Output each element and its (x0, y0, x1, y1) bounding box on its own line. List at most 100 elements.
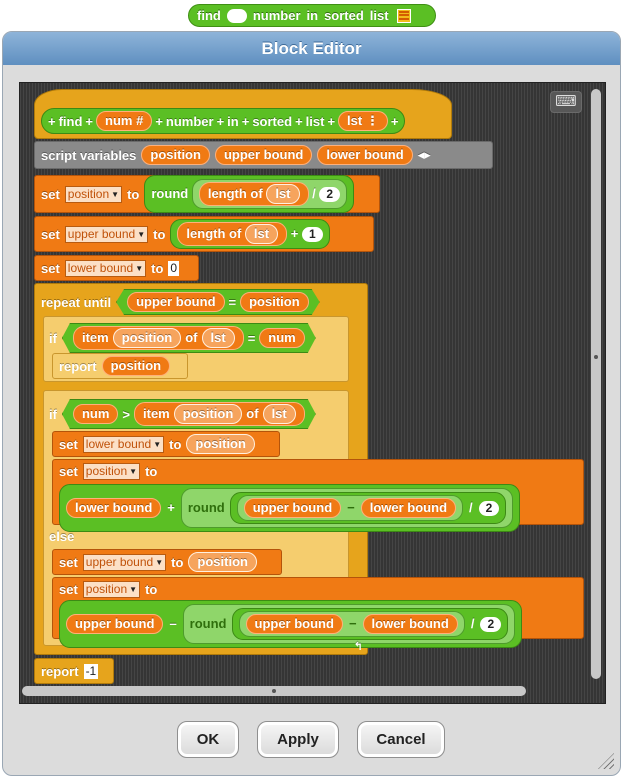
var-num[interactable]: num (73, 404, 118, 424)
horizontal-scrollbar[interactable] (22, 686, 526, 696)
set-lower-bound-block[interactable]: set lower bound to position (52, 431, 280, 457)
divide-reporter[interactable]: length of lst / 2 (191, 179, 348, 209)
var-lst[interactable]: lst (266, 184, 300, 204)
script-editor-area[interactable]: ⌨ + find + num # + number + in + sorted … (19, 82, 606, 704)
preview-word: list (369, 8, 389, 23)
prototype-word: list (305, 113, 325, 129)
divide-reporter[interactable]: upper bound − lower bound / 2 (229, 492, 507, 524)
var-position[interactable]: position (113, 328, 182, 348)
variable-dropdown[interactable]: position (82, 463, 141, 480)
vertical-scrollbar[interactable] (591, 89, 601, 679)
var-position[interactable]: position (240, 292, 309, 312)
variable-dropdown[interactable]: position (82, 581, 141, 598)
variable-dropdown[interactable]: lower bound (64, 259, 147, 277)
preview-word: find (197, 8, 221, 23)
item-of-reporter[interactable]: item position of lst (134, 402, 305, 426)
var-lst[interactable]: lst (244, 224, 279, 244)
if-else-block[interactable]: if num > item position of lst set lower … (43, 390, 584, 648)
number-input[interactable]: 2 (319, 186, 341, 202)
report-block[interactable]: report position (52, 353, 188, 379)
prototype-plus[interactable]: + (327, 114, 335, 129)
length-of-reporter[interactable]: length of lst (198, 182, 309, 206)
block-word: of (246, 406, 259, 421)
var-upper-bound[interactable]: upper bound (245, 614, 343, 634)
greater-than-predicate[interactable]: num > item position of lst (62, 399, 316, 429)
set-position-block[interactable]: set position to round length of lst / 2 (34, 175, 380, 213)
block-label: script variables (41, 147, 137, 163)
round-reporter[interactable]: round upper bound − lower bound / 2 (180, 488, 514, 528)
block-word: length of (186, 226, 242, 241)
var-upper-bound[interactable]: upper bound (127, 292, 224, 312)
number-slot[interactable] (226, 8, 247, 23)
report-block[interactable]: report -1 (34, 658, 114, 684)
param-lst[interactable]: lst ⋮ (338, 111, 388, 131)
number-input[interactable]: 2 (480, 616, 502, 632)
var-lower-bound[interactable]: lower bound (66, 498, 162, 518)
prototype-plus[interactable]: + (391, 114, 399, 129)
list-slot-icon[interactable] (396, 8, 411, 23)
variable-dropdown[interactable]: position (64, 185, 123, 203)
var-lower-bound[interactable]: lower bound (362, 614, 458, 634)
resize-handle-icon[interactable] (598, 753, 614, 769)
var-position[interactable]: position (186, 434, 255, 454)
var-upper-bound[interactable]: upper bound (66, 614, 164, 634)
equals-predicate[interactable]: item position of lst = num (62, 323, 316, 353)
set-upper-bound-block[interactable]: set upper bound to position (52, 549, 282, 575)
minus-reporter[interactable]: upper bound − lower bound (236, 495, 464, 521)
prototype-plus[interactable]: + (242, 114, 250, 129)
var-lower-bound[interactable]: lower bound (317, 145, 413, 165)
number-input[interactable]: 1 (301, 226, 323, 242)
hat-block[interactable]: + find + num # + number + in + sorted + … (34, 89, 452, 139)
prototype-plus[interactable]: + (295, 114, 303, 129)
prototype-plus[interactable]: + (155, 114, 163, 129)
block-word: round (151, 186, 189, 201)
repeat-until-block[interactable]: repeat until upper bound = position if i… (34, 283, 584, 655)
ok-button[interactable]: OK (177, 721, 239, 758)
minus-reporter[interactable]: upper bound − lower bound (238, 611, 465, 637)
plus-reporter[interactable]: length of lst + 1 (170, 219, 330, 249)
var-lower-bound[interactable]: lower bound (360, 498, 457, 518)
dialog-title[interactable]: Block Editor (3, 32, 620, 65)
var-position[interactable]: position (188, 552, 257, 572)
block-prototype[interactable]: + find + num # + number + in + sorted + … (41, 108, 406, 134)
prototype-plus[interactable]: + (217, 114, 225, 129)
var-lst[interactable]: lst (202, 328, 235, 348)
var-lst[interactable]: lst (263, 404, 296, 424)
set-position-block[interactable]: set position to lower bound + round uppe… (52, 459, 584, 532)
set-lower-bound-block[interactable]: set lower bound to 0 (34, 255, 199, 281)
length-of-reporter[interactable]: length of lst (177, 222, 288, 246)
var-upper-bound[interactable]: upper bound (214, 145, 313, 165)
prototype-plus[interactable]: + (48, 114, 56, 129)
equals-predicate[interactable]: upper bound = position (116, 289, 320, 315)
item-of-reporter[interactable]: item position of lst (73, 326, 244, 350)
minus-reporter[interactable]: upper bound – round upper bound − lower … (59, 600, 523, 648)
var-position[interactable]: position (141, 145, 210, 165)
block-word: report (41, 663, 79, 679)
custom-block-preview[interactable]: find number in sorted list (188, 4, 436, 27)
if-block[interactable]: if item position of lst = num report pos… (43, 316, 349, 382)
param-num[interactable]: num # (96, 111, 153, 131)
prototype-plus[interactable]: + (85, 114, 93, 129)
variable-dropdown[interactable]: upper bound (82, 553, 167, 571)
round-reporter[interactable]: round upper bound − lower bound / 2 (182, 604, 516, 644)
round-reporter[interactable]: round length of lst / 2 (144, 175, 355, 213)
variable-dropdown[interactable]: lower bound (82, 435, 165, 453)
block-word: set (41, 226, 60, 242)
divide-reporter[interactable]: upper bound − lower bound / 2 (231, 608, 509, 640)
var-position[interactable]: position (101, 356, 171, 376)
var-position[interactable]: position (174, 404, 243, 424)
apply-button[interactable]: Apply (257, 721, 339, 758)
number-input[interactable]: 2 (478, 500, 500, 516)
script-variables-block[interactable]: script variables position upper bound lo… (34, 141, 493, 169)
set-position-block[interactable]: set position to upper bound – round uppe… (52, 577, 584, 648)
cancel-button[interactable]: Cancel (357, 721, 445, 758)
plus-reporter[interactable]: lower bound + round upper bound − lower … (59, 484, 521, 532)
set-upper-bound-block[interactable]: set upper bound to length of lst + 1 (34, 216, 374, 252)
var-upper-bound[interactable]: upper bound (243, 498, 342, 518)
var-num[interactable]: num (259, 328, 304, 348)
keyboard-entry-icon[interactable]: ⌨ (550, 91, 582, 113)
variable-dropdown[interactable]: upper bound (64, 225, 149, 243)
arrows-icon[interactable]: ◂▸ (418, 147, 431, 163)
number-input[interactable]: 0 (168, 260, 180, 276)
number-input[interactable]: -1 (83, 663, 99, 679)
